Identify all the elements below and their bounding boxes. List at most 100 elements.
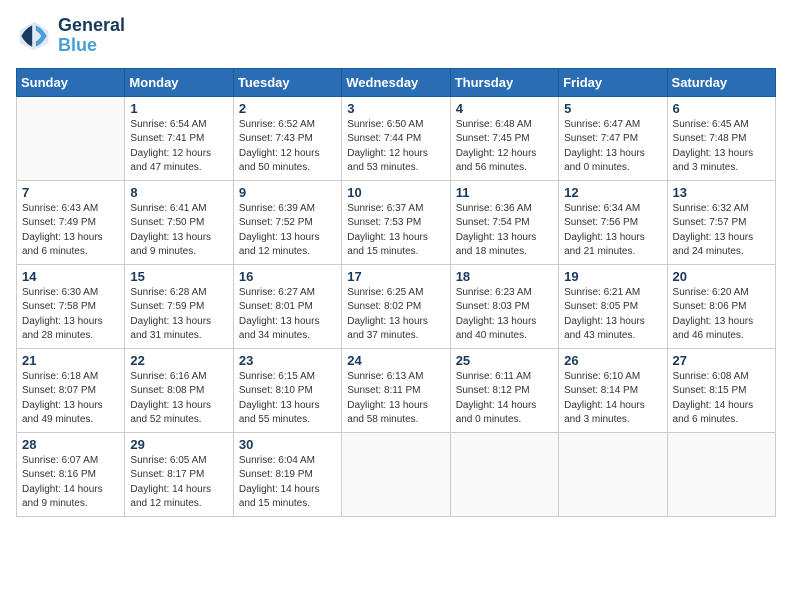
day-info: Sunrise: 6:20 AMSunset: 8:06 PMDaylight:… — [673, 286, 770, 344]
table-row: 13 Sunrise: 6:32 AMSunset: 7:57 PMDayligh… — [667, 180, 775, 264]
day-number: 21 — [22, 353, 119, 368]
day-info: Sunrise: 6:23 AMSunset: 8:03 PMDaylight:… — [456, 286, 553, 344]
day-info: Sunrise: 6:25 AMSunset: 8:02 PMDaylight:… — [347, 286, 444, 344]
table-row: 8 Sunrise: 6:41 AMSunset: 7:50 PMDaylight… — [125, 180, 233, 264]
day-number: 2 — [239, 101, 336, 116]
day-number: 13 — [673, 185, 770, 200]
table-row — [559, 432, 667, 516]
logo-icon — [16, 18, 52, 54]
table-row: 17 Sunrise: 6:25 AMSunset: 8:02 PMDayligh… — [342, 264, 450, 348]
table-row — [17, 96, 125, 180]
day-info: Sunrise: 6:37 AMSunset: 7:53 PMDaylight:… — [347, 202, 444, 260]
day-number: 18 — [456, 269, 553, 284]
table-row: 11Sunrise: 6:36 AMSunset: 7:54 PMDayligh… — [450, 180, 558, 264]
day-number: 3 — [347, 101, 444, 116]
table-row: 28Sunrise: 6:07 AMSunset: 8:16 PMDayligh… — [17, 432, 125, 516]
day-info: Sunrise: 6:41 AMSunset: 7:50 PMDaylight:… — [130, 202, 227, 260]
day-number: 29 — [130, 437, 227, 452]
day-number: 6 — [673, 101, 770, 116]
day-info: Sunrise: 6:07 AMSunset: 8:16 PMDaylight:… — [22, 454, 119, 512]
day-info: Sunrise: 6:48 AMSunset: 7:45 PMDaylight:… — [456, 118, 553, 176]
day-info: Sunrise: 6:43 AMSunset: 7:49 PMDaylight:… — [22, 202, 119, 260]
day-number: 24 — [347, 353, 444, 368]
table-row: 9 Sunrise: 6:39 AMSunset: 7:52 PMDaylight… — [233, 180, 341, 264]
day-info: Sunrise: 6:11 AMSunset: 8:12 PMDaylight:… — [456, 370, 553, 428]
table-row — [450, 432, 558, 516]
table-row: 5Sunrise: 6:47 AMSunset: 7:47 PMDaylight… — [559, 96, 667, 180]
day-info: Sunrise: 6:15 AMSunset: 8:10 PMDaylight:… — [239, 370, 336, 428]
day-info: Sunrise: 6:39 AMSunset: 7:52 PMDaylight:… — [239, 202, 336, 260]
table-row: 21 Sunrise: 6:18 AMSunset: 8:07 PMDayligh… — [17, 348, 125, 432]
table-row: 3 Sunrise: 6:50 AMSunset: 7:44 PMDaylight… — [342, 96, 450, 180]
day-number: 10 — [347, 185, 444, 200]
table-row — [342, 432, 450, 516]
day-number: 7 — [22, 185, 119, 200]
day-info: Sunrise: 6:27 AMSunset: 8:01 PMDaylight:… — [239, 286, 336, 344]
table-row: 15Sunrise: 6:28 AMSunset: 7:59 PMDayligh… — [125, 264, 233, 348]
day-info: Sunrise: 6:30 AMSunset: 7:58 PMDaylight:… — [22, 286, 119, 344]
day-number: 11 — [456, 185, 553, 200]
header-saturday: Saturday — [667, 68, 775, 96]
page-header: General Blue — [16, 16, 776, 56]
day-number: 8 — [130, 185, 227, 200]
header-wednesday: Wednesday — [342, 68, 450, 96]
day-number: 1 — [130, 101, 227, 116]
calendar-week-row: 21 Sunrise: 6:18 AMSunset: 8:07 PMDayligh… — [17, 348, 776, 432]
header-friday: Friday — [559, 68, 667, 96]
day-info: Sunrise: 6:08 AMSunset: 8:15 PMDaylight:… — [673, 370, 770, 428]
table-row: 2 Sunrise: 6:52 AMSunset: 7:43 PMDaylight… — [233, 96, 341, 180]
table-row: 18 Sunrise: 6:23 AMSunset: 8:03 PMDayligh… — [450, 264, 558, 348]
day-info: Sunrise: 6:16 AMSunset: 8:08 PMDaylight:… — [130, 370, 227, 428]
table-row: 14 Sunrise: 6:30 AMSunset: 7:58 PMDayligh… — [17, 264, 125, 348]
day-info: Sunrise: 6:18 AMSunset: 8:07 PMDaylight:… — [22, 370, 119, 428]
day-number: 26 — [564, 353, 661, 368]
table-row: 23 Sunrise: 6:15 AMSunset: 8:10 PMDayligh… — [233, 348, 341, 432]
calendar-table: Sunday Monday Tuesday Wednesday Thursday… — [16, 68, 776, 517]
table-row: 6Sunrise: 6:45 AMSunset: 7:48 PMDaylight… — [667, 96, 775, 180]
calendar-week-row: 7 Sunrise: 6:43 AMSunset: 7:49 PMDaylight… — [17, 180, 776, 264]
header-sunday: Sunday — [17, 68, 125, 96]
day-number: 30 — [239, 437, 336, 452]
day-number: 23 — [239, 353, 336, 368]
day-info: Sunrise: 6:04 AMSunset: 8:19 PMDaylight:… — [239, 454, 336, 512]
day-number: 27 — [673, 353, 770, 368]
table-row: 29 Sunrise: 6:05 AMSunset: 8:17 PMDayligh… — [125, 432, 233, 516]
day-info: Sunrise: 6:10 AMSunset: 8:14 PMDaylight:… — [564, 370, 661, 428]
day-info: Sunrise: 6:13 AMSunset: 8:11 PMDaylight:… — [347, 370, 444, 428]
logo-text-blue: Blue — [58, 36, 125, 56]
day-number: 16 — [239, 269, 336, 284]
header-tuesday: Tuesday — [233, 68, 341, 96]
table-row: 4 Sunrise: 6:48 AMSunset: 7:45 PMDaylight… — [450, 96, 558, 180]
day-info: Sunrise: 6:28 AMSunset: 7:59 PMDaylight:… — [130, 286, 227, 344]
table-row: 27 Sunrise: 6:08 AMSunset: 8:15 PMDayligh… — [667, 348, 775, 432]
day-info: Sunrise: 6:05 AMSunset: 8:17 PMDaylight:… — [130, 454, 227, 512]
calendar-week-row: 28Sunrise: 6:07 AMSunset: 8:16 PMDayligh… — [17, 432, 776, 516]
day-info: Sunrise: 6:32 AMSunset: 7:57 PMDaylight:… — [673, 202, 770, 260]
table-row: 12 Sunrise: 6:34 AMSunset: 7:56 PMDayligh… — [559, 180, 667, 264]
table-row: 24 Sunrise: 6:13 AMSunset: 8:11 PMDayligh… — [342, 348, 450, 432]
day-info: Sunrise: 6:52 AMSunset: 7:43 PMDaylight:… — [239, 118, 336, 176]
table-row: 1 Sunrise: 6:54 AMSunset: 7:41 PMDaylight… — [125, 96, 233, 180]
calendar-week-row: 1 Sunrise: 6:54 AMSunset: 7:41 PMDaylight… — [17, 96, 776, 180]
day-number: 12 — [564, 185, 661, 200]
table-row: 7 Sunrise: 6:43 AMSunset: 7:49 PMDaylight… — [17, 180, 125, 264]
day-info: Sunrise: 6:54 AMSunset: 7:41 PMDaylight:… — [130, 118, 227, 176]
table-row: 30 Sunrise: 6:04 AMSunset: 8:19 PMDayligh… — [233, 432, 341, 516]
table-row: 19Sunrise: 6:21 AMSunset: 8:05 PMDayligh… — [559, 264, 667, 348]
day-info: Sunrise: 6:50 AMSunset: 7:44 PMDaylight:… — [347, 118, 444, 176]
day-info: Sunrise: 6:34 AMSunset: 7:56 PMDaylight:… — [564, 202, 661, 260]
table-row: 10 Sunrise: 6:37 AMSunset: 7:53 PMDayligh… — [342, 180, 450, 264]
header-thursday: Thursday — [450, 68, 558, 96]
day-number: 5 — [564, 101, 661, 116]
day-number: 20 — [673, 269, 770, 284]
day-number: 14 — [22, 269, 119, 284]
day-number: 25 — [456, 353, 553, 368]
day-number: 17 — [347, 269, 444, 284]
table-row: 22 Sunrise: 6:16 AMSunset: 8:08 PMDayligh… — [125, 348, 233, 432]
day-number: 9 — [239, 185, 336, 200]
day-number: 22 — [130, 353, 227, 368]
calendar-week-row: 14 Sunrise: 6:30 AMSunset: 7:58 PMDayligh… — [17, 264, 776, 348]
day-number: 4 — [456, 101, 553, 116]
header-monday: Monday — [125, 68, 233, 96]
table-row: 26 Sunrise: 6:10 AMSunset: 8:14 PMDayligh… — [559, 348, 667, 432]
